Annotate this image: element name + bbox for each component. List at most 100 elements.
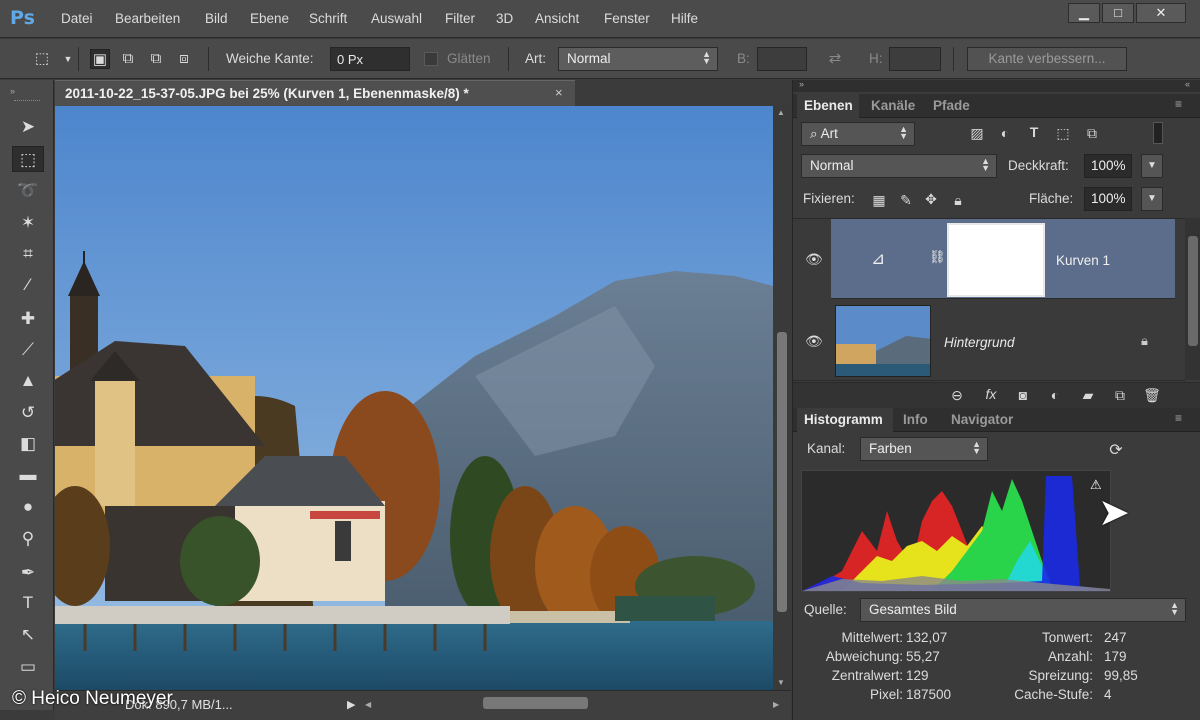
layer-row-kurven[interactable]: ⊿ ⛓ Kurven 1: [831, 219, 1175, 299]
status-menu-arrow-icon[interactable]: ▶: [347, 698, 355, 711]
menu-hilfe[interactable]: Hilfe: [671, 11, 698, 26]
adjustment-filter-icon[interactable]: ◐: [995, 125, 1015, 141]
chevron-down-icon[interactable]: ▼: [1141, 187, 1163, 211]
gradient-tool-icon[interactable]: ▬: [12, 462, 44, 488]
lock-position-icon[interactable]: ✥: [921, 191, 941, 208]
scroll-down-icon[interactable]: ▼: [777, 678, 785, 687]
panel-menu-icon[interactable]: ≡: [1175, 97, 1182, 111]
menu-3d[interactable]: 3D: [496, 11, 513, 26]
maximize-button[interactable]: □: [1102, 3, 1134, 23]
shape-tool-icon[interactable]: ▭: [12, 654, 44, 680]
visibility-eye-icon[interactable]: 👁︎: [805, 333, 823, 350]
menu-bild[interactable]: Bild: [205, 11, 228, 26]
layer-filter-select[interactable]: ⌕ Art ▲ ▼: [801, 122, 915, 146]
tab-kanaele[interactable]: Kanäle: [871, 98, 915, 113]
lock-all-icon[interactable]: 🔒︎: [948, 192, 968, 209]
chevron-down-icon[interactable]: ▼: [58, 49, 78, 69]
subtract-selection-icon[interactable]: ⧉: [146, 49, 166, 69]
smart-object-filter-icon[interactable]: ⧉: [1082, 125, 1102, 142]
brush-tool-icon[interactable]: ⟋: [12, 337, 44, 363]
refresh-icon[interactable]: ⟳: [1106, 440, 1126, 460]
panel-menu-icon[interactable]: ≡: [1175, 411, 1182, 425]
close-window-button[interactable]: ✕: [1136, 3, 1186, 23]
tab-info[interactable]: Info: [903, 412, 928, 427]
type-tool-icon[interactable]: T: [12, 590, 44, 616]
layer-row-hintergrund[interactable]: 👁︎ Hintergrund 🔒︎: [793, 301, 1185, 381]
tab-navigator[interactable]: Navigator: [951, 412, 1013, 427]
fx-icon[interactable]: fx: [981, 386, 1001, 402]
collapse-icon[interactable]: »: [799, 79, 804, 89]
grip[interactable]: [14, 100, 40, 103]
intersect-selection-icon[interactable]: ⧈: [174, 49, 194, 69]
stamp-tool-icon[interactable]: ▲: [12, 368, 44, 394]
path-selection-tool-icon[interactable]: ↖: [12, 622, 44, 648]
magic-wand-tool-icon[interactable]: ✶: [12, 210, 44, 236]
dodge-tool-icon[interactable]: ⚲: [12, 526, 44, 552]
opacity-input[interactable]: 100%: [1084, 154, 1132, 178]
lock-pixels-icon[interactable]: ✎: [896, 192, 916, 209]
healing-brush-tool-icon[interactable]: ✚: [12, 306, 44, 332]
type-filter-icon[interactable]: T: [1024, 124, 1044, 140]
new-layer-icon[interactable]: ⧉: [1110, 387, 1130, 404]
pixel-filter-icon[interactable]: ▨: [967, 125, 987, 142]
menu-bearbeiten[interactable]: Bearbeiten: [115, 11, 180, 26]
tab-ebenen[interactable]: Ebenen: [804, 98, 853, 113]
horizontal-scroll-thumb[interactable]: [483, 697, 588, 709]
source-select[interactable]: Gesamtes Bild ▲ ▼: [860, 598, 1186, 622]
crop-tool-icon[interactable]: ⌗: [12, 241, 44, 267]
canvas[interactable]: [55, 106, 773, 690]
pen-tool-icon[interactable]: ✒: [12, 560, 44, 586]
blur-tool-icon[interactable]: ●: [12, 494, 44, 520]
eyedropper-tool-icon[interactable]: ⁄: [12, 272, 44, 298]
minimize-button[interactable]: ▁: [1068, 3, 1100, 23]
menu-fenster[interactable]: Fenster: [604, 11, 650, 26]
new-group-icon[interactable]: ▰: [1078, 387, 1098, 404]
swap-icon[interactable]: ⇄: [825, 49, 845, 69]
vertical-scrollbar[interactable]: ▲ ▼: [773, 106, 791, 690]
scroll-left-icon[interactable]: ◀: [365, 700, 371, 709]
add-mask-icon[interactable]: ◙: [1013, 387, 1033, 403]
smooth-checkbox[interactable]: [424, 52, 438, 66]
width-input[interactable]: [757, 47, 807, 71]
tab-pfade[interactable]: Pfade: [933, 98, 970, 113]
chevron-down-icon[interactable]: ▼: [1141, 154, 1163, 178]
vertical-scroll-thumb[interactable]: [777, 332, 787, 612]
layers-scroll-thumb[interactable]: [1188, 236, 1198, 346]
channel-select[interactable]: Farben ▲ ▼: [860, 437, 988, 461]
fill-input[interactable]: 100%: [1084, 187, 1132, 211]
expand-icon[interactable]: «: [1185, 79, 1190, 89]
menu-schrift[interactable]: Schrift: [309, 11, 347, 26]
style-select[interactable]: Normal ▲ ▼: [558, 47, 718, 71]
menu-filter[interactable]: Filter: [445, 11, 475, 26]
height-input[interactable]: [889, 47, 941, 71]
adjustment-layer-icon[interactable]: ◐: [1045, 387, 1065, 403]
collapse-icon[interactable]: »: [10, 86, 15, 96]
lock-transparency-icon[interactable]: ▦: [869, 192, 889, 209]
new-selection-icon[interactable]: ▣: [90, 49, 110, 69]
lasso-tool-icon[interactable]: ➰: [12, 178, 44, 204]
layer-mask-thumbnail[interactable]: [947, 223, 1045, 297]
scroll-right-icon[interactable]: ▶: [773, 700, 779, 709]
feather-input[interactable]: 0 Px: [330, 47, 410, 71]
menu-ansicht[interactable]: Ansicht: [535, 11, 579, 26]
menu-ebene[interactable]: Ebene: [250, 11, 289, 26]
marquee-tool-icon[interactable]: ⬚: [12, 146, 44, 172]
link-layers-icon[interactable]: ⊖: [947, 387, 967, 404]
filter-toggle[interactable]: [1153, 122, 1163, 144]
menu-auswahl[interactable]: Auswahl: [371, 11, 422, 26]
move-tool-icon[interactable]: ➤: [12, 114, 44, 140]
rect-marquee-preset-icon[interactable]: ⬚: [32, 49, 52, 69]
menu-datei[interactable]: Datei: [61, 11, 93, 26]
tab-histogramm[interactable]: Histogramm: [804, 412, 883, 427]
refine-edge-button[interactable]: Kante verbessern...: [967, 47, 1127, 71]
add-selection-icon[interactable]: ⧉: [118, 49, 138, 69]
document-tab[interactable]: 2011-10-22_15-37-05.JPG bei 25% (Kurven …: [55, 80, 575, 106]
visibility-eye-icon[interactable]: 👁︎: [805, 251, 823, 268]
scroll-up-icon[interactable]: ▲: [777, 108, 785, 117]
shape-filter-icon[interactable]: ⬚: [1053, 125, 1073, 142]
eraser-tool-icon[interactable]: ◧: [12, 431, 44, 457]
trash-icon[interactable]: 🗑︎: [1142, 387, 1162, 404]
history-brush-tool-icon[interactable]: ↺: [12, 400, 44, 426]
link-icon[interactable]: ⛓: [929, 249, 946, 265]
close-icon[interactable]: ×: [555, 85, 563, 100]
